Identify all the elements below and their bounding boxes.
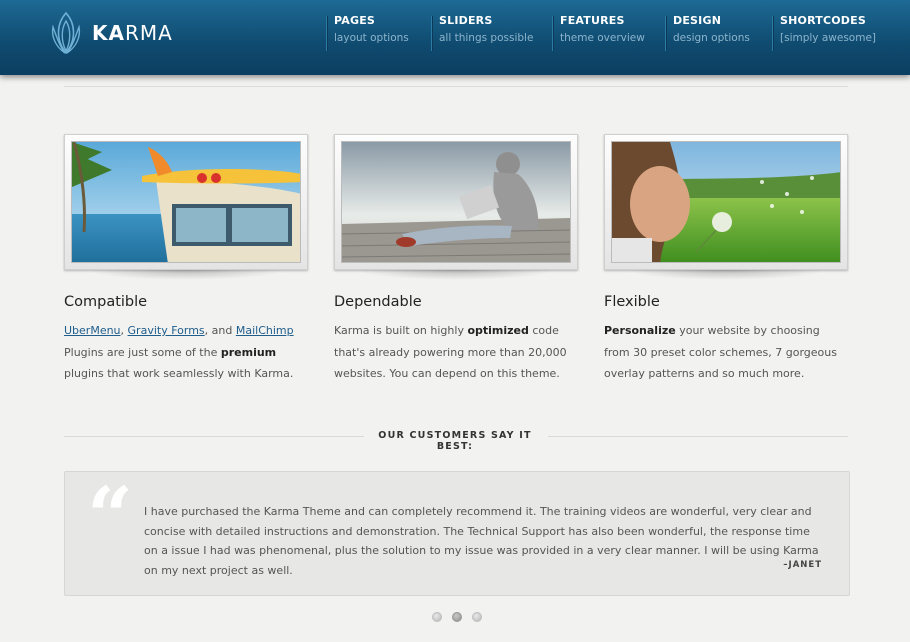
divider <box>64 86 848 87</box>
testimonial-author: –JANET <box>783 560 822 570</box>
girl-dandelion-image <box>611 141 841 263</box>
feature-title: Dependable <box>334 294 422 310</box>
nav-item-shortcodes[interactable]: SHORTCODES [simply awesome] <box>772 14 877 52</box>
nav-subtitle: [simply awesome] <box>780 32 877 44</box>
feature-compatible: Compatible UberMenu, Gravity Forms, and … <box>64 134 308 385</box>
slider-dot-3[interactable] <box>472 612 482 622</box>
mailchimp-link[interactable]: MailChimp <box>236 324 294 337</box>
feature-dependable: Dependable Karma is built on highly opti… <box>334 134 578 385</box>
site-logo[interactable]: KARMA <box>49 11 173 55</box>
slider-pagination <box>432 612 482 622</box>
frame-shadow <box>626 270 826 280</box>
nav-title: PAGES <box>334 14 376 27</box>
testimonial-text: I have purchased the Karma Theme and can… <box>144 505 819 577</box>
nav-item-sliders[interactable]: SLIDERS all things possible <box>431 14 534 52</box>
frame-shadow <box>356 270 556 280</box>
nav-divider <box>665 16 666 51</box>
nav-item-design[interactable]: DESIGN design options <box>665 14 750 52</box>
feature-title: Flexible <box>604 294 660 310</box>
feature-description: Personalize your website by choosing fro… <box>604 324 837 380</box>
nav-subtitle: all things possible <box>439 32 534 44</box>
feature-image-frame[interactable] <box>64 134 308 270</box>
testimonial-box: “ I have purchased the Karma Theme and c… <box>64 471 850 596</box>
ubermenu-link[interactable]: UberMenu <box>64 324 121 337</box>
gravity-forms-link[interactable]: Gravity Forms <box>128 324 205 337</box>
section-heading: OUR CUSTOMERS SAY IT BEST: <box>378 430 532 452</box>
van-surfboard-image <box>71 141 301 263</box>
nav-item-features[interactable]: FEATURES theme overview <box>552 14 645 52</box>
logo-wordmark: KARMA <box>92 21 173 45</box>
nav-item-pages[interactable]: PAGES layout options <box>326 14 409 52</box>
feature-image-frame[interactable] <box>334 134 578 270</box>
quote-icon: “ <box>87 469 134 563</box>
feature-flexible: Flexible Personalize your website by cho… <box>604 134 848 385</box>
nav-subtitle: layout options <box>334 32 409 44</box>
nav-title: DESIGN <box>673 14 722 27</box>
frame-shadow <box>86 270 286 280</box>
laptop-man-image <box>341 141 571 263</box>
feature-image-frame[interactable] <box>604 134 848 270</box>
divider-right <box>548 436 848 437</box>
slider-dot-2[interactable] <box>452 612 462 622</box>
slider-dot-1[interactable] <box>432 612 442 622</box>
nav-title: SLIDERS <box>439 14 493 27</box>
nav-divider <box>772 16 773 51</box>
leaf-logo-icon <box>51 11 81 55</box>
nav-divider <box>431 16 432 51</box>
nav-subtitle: design options <box>673 32 750 44</box>
nav-divider <box>552 16 553 51</box>
feature-description: UberMenu, Gravity Forms, and MailChimp P… <box>64 324 294 380</box>
feature-title: Compatible <box>64 294 148 310</box>
divider-left <box>64 436 364 437</box>
nav-title: SHORTCODES <box>780 14 866 27</box>
nav-divider <box>326 16 327 51</box>
nav-title: FEATURES <box>560 14 625 27</box>
nav-subtitle: theme overview <box>560 32 645 44</box>
site-header: KARMA PAGES layout options SLIDERS all t… <box>0 0 910 75</box>
feature-description: Karma is built on highly optimized code … <box>334 324 567 380</box>
